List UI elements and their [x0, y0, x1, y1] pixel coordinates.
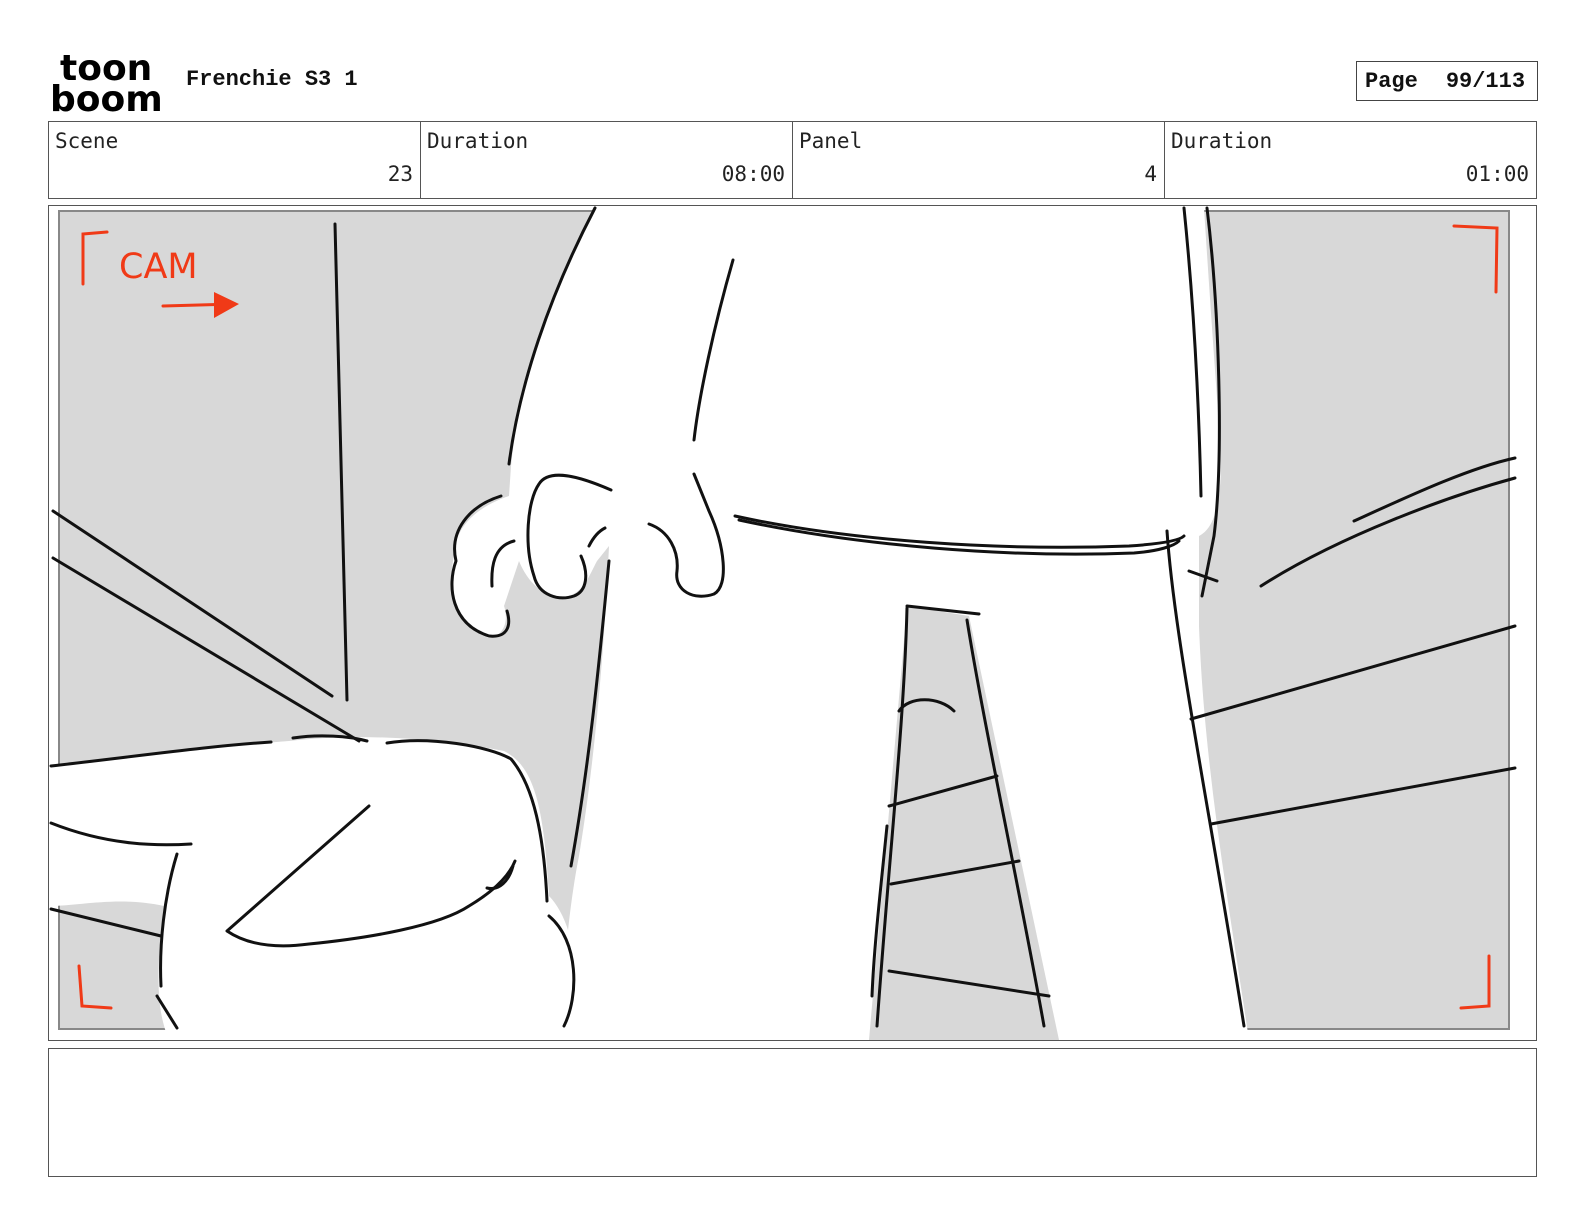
panel-cell: Panel 4: [793, 122, 1165, 198]
panel-duration-value: 01:00: [1465, 162, 1529, 186]
panel-sketch: CAM: [49, 206, 1517, 1040]
logo-graphic: toon boom: [50, 48, 163, 114]
logo-text-bottom: boom: [50, 79, 163, 114]
scene-duration-label: Duration: [427, 129, 529, 153]
page-number: 99/113: [1445, 68, 1526, 94]
panel-notes[interactable]: [48, 1048, 1537, 1177]
storyboard-panel: CAM: [48, 205, 1537, 1041]
scene-value: 23: [387, 162, 413, 186]
panel-label: Panel: [799, 129, 863, 153]
cam-annotation: CAM: [119, 247, 198, 287]
page-label: Page: [1365, 68, 1418, 94]
project-title: Frenchie S3 1: [186, 67, 358, 92]
scene-cell: Scene 23: [49, 122, 421, 198]
panel-duration-cell: Duration 01:00: [1165, 122, 1536, 198]
toon-boom-logo: toon boom: [50, 48, 168, 114]
scene-duration-cell: Duration 08:00: [421, 122, 793, 198]
page-indicator: Page 99/113: [1356, 61, 1538, 101]
scene-info-table: Scene 23 Duration 08:00 Panel 4 Duration…: [48, 121, 1537, 199]
panel-value: 4: [1144, 162, 1157, 186]
panel-duration-label: Duration: [1171, 129, 1273, 153]
scene-label: Scene: [55, 129, 119, 153]
scene-duration-value: 08:00: [721, 162, 785, 186]
